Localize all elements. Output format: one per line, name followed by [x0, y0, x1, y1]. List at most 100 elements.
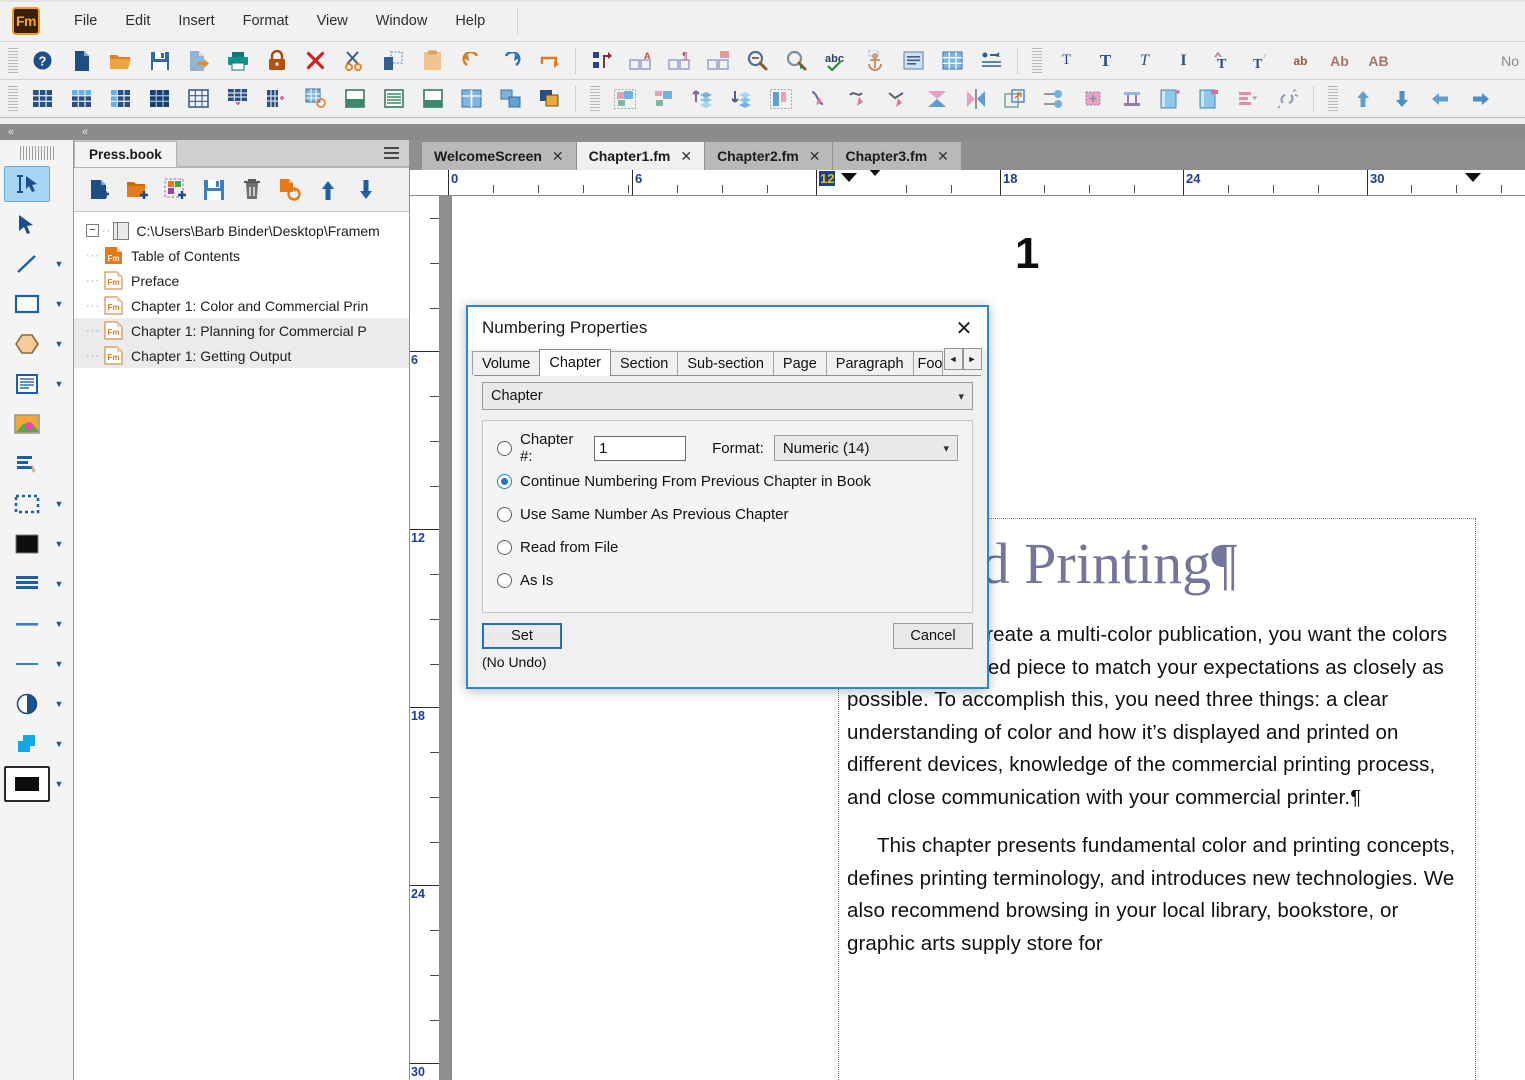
text-underline-icon[interactable]: I [1164, 45, 1203, 77]
undo-icon[interactable] [452, 45, 491, 77]
smooth-curve-icon[interactable] [839, 83, 878, 115]
flip-vertical-icon[interactable] [917, 83, 956, 115]
option-as-is-row[interactable]: As Is [497, 565, 958, 595]
text-frame-tool-chevron-down-icon[interactable]: ▼ [50, 366, 68, 402]
arrow-up-icon[interactable] [1343, 83, 1382, 115]
doctab-close-icon[interactable]: ✕ [552, 148, 564, 165]
insert-character-icon[interactable]: A [621, 45, 660, 77]
spellcheck-icon[interactable]: abc [816, 45, 855, 77]
reshape-icon[interactable] [800, 83, 839, 115]
table-convert-icon[interactable] [296, 83, 335, 115]
table-format-icon[interactable] [179, 83, 218, 115]
radio-as-is[interactable] [497, 572, 512, 588]
close-x-icon[interactable] [296, 45, 335, 77]
lock-icon[interactable] [257, 45, 296, 77]
radio-chapter-number[interactable] [497, 440, 512, 456]
option-read-from-file-row[interactable]: Read from File [497, 532, 958, 562]
rectangle-tool[interactable] [4, 286, 50, 322]
redo-icon[interactable] [491, 45, 530, 77]
align-objects-icon[interactable] [761, 83, 800, 115]
select-arrow-tool[interactable] [4, 206, 50, 242]
edit-anchored-frame-icon[interactable] [1190, 83, 1229, 115]
menu-file[interactable]: File [60, 7, 111, 35]
doctab-close-icon[interactable]: ✕ [809, 148, 821, 165]
menu-view[interactable]: View [303, 7, 362, 35]
tab-sub-section[interactable]: Sub-section [677, 351, 774, 375]
frame-bottom-icon[interactable] [413, 83, 452, 115]
help-icon[interactable]: ? [23, 45, 62, 77]
marquee-select-tool[interactable] [4, 486, 50, 522]
doctab-welcomescreen[interactable]: WelcomeScreen ✕ [422, 142, 577, 170]
toolbar2-grip[interactable] [8, 85, 18, 112]
radio-continue-numbering[interactable] [497, 473, 512, 489]
collapse-toolpalette[interactable]: « [0, 124, 74, 140]
flip-horizontal-icon[interactable] [956, 83, 995, 115]
table-grid-icon[interactable] [140, 83, 179, 115]
toolbar-grip[interactable] [8, 47, 18, 74]
tree-root-node[interactable]: − ·· C:\Users\Barb Binder\Desktop\Framem [74, 218, 409, 243]
insert-table-cell-icon[interactable] [699, 45, 738, 77]
frame-merge-icon[interactable] [491, 83, 530, 115]
object-properties-icon[interactable] [1229, 83, 1268, 115]
move-down-icon[interactable] [348, 172, 384, 208]
new-document-icon[interactable] [62, 45, 101, 77]
toolbar-grip-2[interactable] [1032, 47, 1042, 74]
indent-marker-right-icon[interactable] [1465, 173, 1481, 182]
dialog-title-bar[interactable]: Numbering Properties ✕ [468, 307, 987, 349]
rotate-object-icon[interactable] [1073, 83, 1112, 115]
tab-volume[interactable]: Volume [472, 351, 541, 375]
save-icon[interactable] [140, 45, 179, 77]
table-column-icon[interactable] [101, 83, 140, 115]
smart-paste-tool[interactable] [4, 446, 50, 482]
join-icon[interactable] [1112, 83, 1151, 115]
panel-menu-icon[interactable] [379, 140, 403, 166]
move-up-icon[interactable] [310, 172, 346, 208]
color-swatch-tool[interactable] [4, 766, 50, 802]
line-style-chevron-down-icon[interactable]: ▼ [50, 646, 68, 682]
menu-window[interactable]: Window [362, 7, 442, 35]
table-insert-icon[interactable] [23, 83, 62, 115]
fill-color-chevron-down-icon[interactable]: ▼ [50, 526, 68, 562]
text-superscript-icon[interactable]: T [1203, 45, 1242, 77]
close-icon[interactable]: ✕ [941, 308, 987, 348]
toolbar2-grip-3[interactable] [1328, 85, 1338, 112]
fill-color-tool[interactable] [4, 526, 50, 562]
structure-icon[interactable] [582, 45, 621, 77]
unsmooth-curve-icon[interactable] [878, 83, 917, 115]
group-objects-icon[interactable] [605, 83, 644, 115]
tree-item-preface[interactable]: ··· Fm Preface [74, 268, 409, 293]
save-book-icon[interactable] [196, 172, 232, 208]
option-chapter-number-row[interactable]: Chapter #: 1 Format: Numeric (14) ▾ [497, 431, 958, 465]
tab-scroll-left-button[interactable]: ◄ [943, 348, 963, 370]
doctab-chapter1[interactable]: Chapter1.fm ✕ [576, 142, 706, 170]
indent-marker-left-icon[interactable] [841, 173, 857, 182]
cancel-button[interactable]: Cancel [893, 623, 973, 649]
tree-item-toc[interactable]: ··· Fm Table of Contents [74, 243, 409, 268]
polygon-tool[interactable] [4, 326, 50, 362]
arrow-right-icon[interactable] [1460, 83, 1499, 115]
scale-object-icon[interactable] [995, 83, 1034, 115]
frame-split-icon[interactable] [452, 83, 491, 115]
tab-scroll-right-button[interactable]: ► [962, 348, 982, 370]
send-backward-icon[interactable] [722, 83, 761, 115]
radio-use-same-number[interactable] [497, 506, 512, 522]
save-as-icon[interactable] [179, 45, 218, 77]
table-add-column-icon[interactable] [257, 83, 296, 115]
add-group-icon[interactable] [158, 172, 194, 208]
menu-format[interactable]: Format [229, 7, 303, 35]
text-titlecase-icon[interactable]: Ab [1320, 45, 1359, 77]
tab-chapter[interactable]: Chapter [539, 349, 611, 376]
repeat-icon[interactable] [530, 45, 569, 77]
text-uppercase-icon[interactable]: AB [1359, 45, 1398, 77]
bullet-list-icon[interactable]: ± [972, 45, 1011, 77]
chapter-number-input[interactable]: 1 [593, 435, 687, 461]
overprint-chevron-down-icon[interactable]: ▼ [50, 726, 68, 762]
search-icon[interactable] [777, 45, 816, 77]
format-dropdown[interactable]: Numeric (14) ▾ [773, 435, 958, 461]
option-use-same-number-row[interactable]: Use Same Number As Previous Chapter [497, 499, 958, 529]
doctab-close-icon[interactable]: ✕ [937, 148, 949, 165]
line-width-tool[interactable] [4, 606, 50, 642]
menu-help[interactable]: Help [441, 7, 499, 35]
pattern-fill-tool[interactable] [4, 566, 50, 602]
text-frame-icon[interactable] [894, 45, 933, 77]
